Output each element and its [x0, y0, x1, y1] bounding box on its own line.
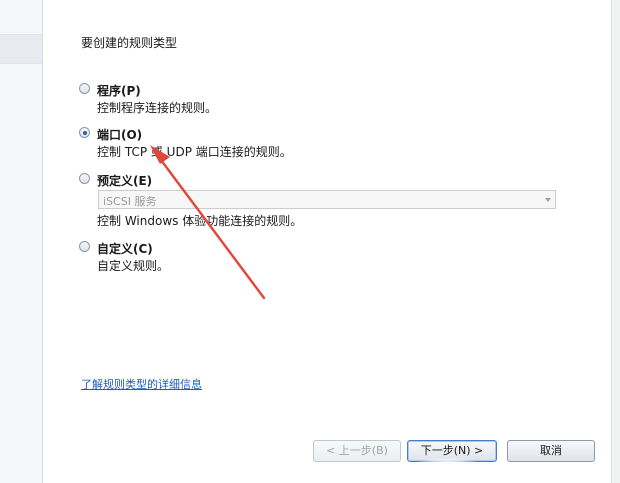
annotation-arrow-icon [150, 145, 266, 300]
